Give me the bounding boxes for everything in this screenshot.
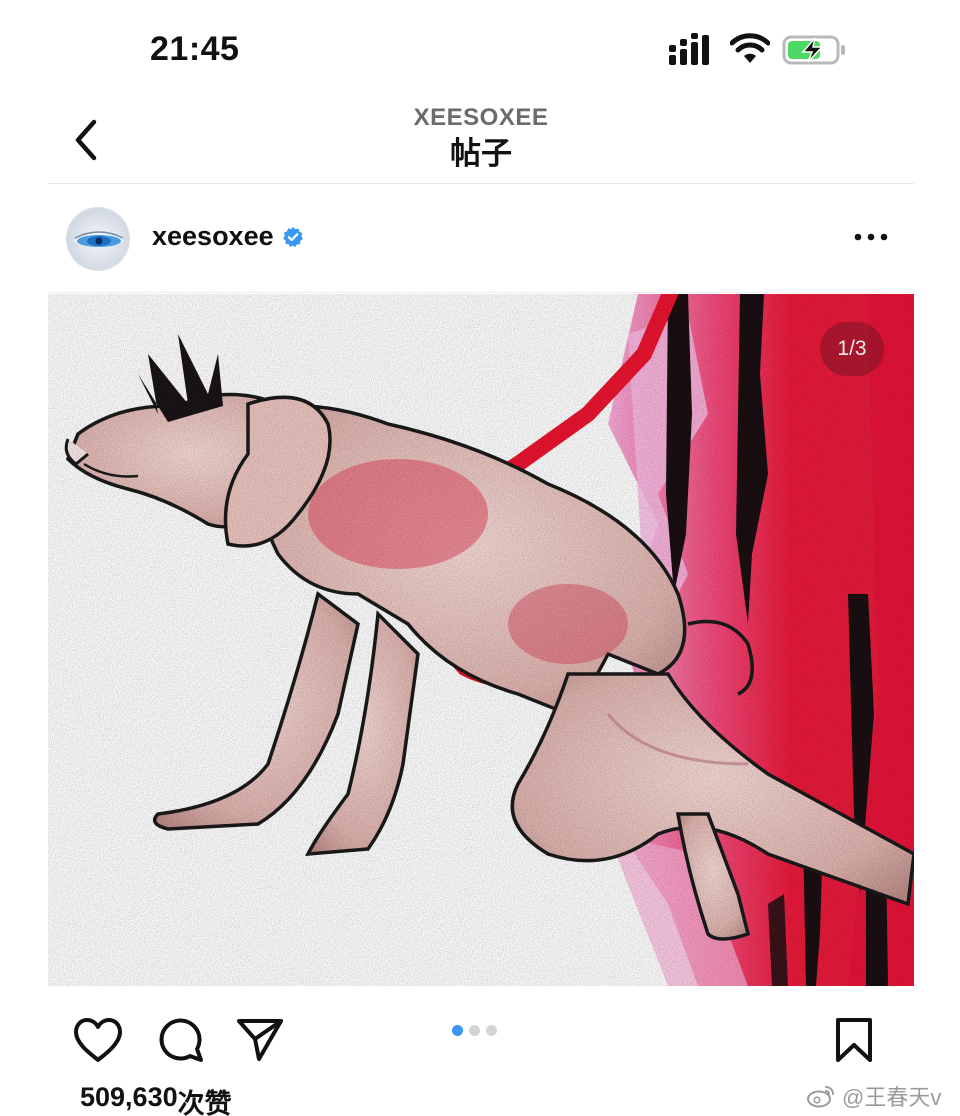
carousel-dot-active xyxy=(452,1025,463,1036)
post-header: xeesoxee xyxy=(48,185,914,293)
battery-charging-icon xyxy=(782,35,845,65)
like-button[interactable] xyxy=(72,1014,124,1066)
comment-icon xyxy=(159,1018,203,1062)
avatar[interactable] xyxy=(66,207,130,271)
likes-number: 509,630 xyxy=(80,1082,178,1112)
watermark-text: @王春天v xyxy=(842,1085,942,1110)
carousel-dots xyxy=(452,1025,497,1036)
bookmark-icon xyxy=(836,1018,872,1062)
more-horizontal-icon xyxy=(854,233,888,241)
post-artwork-image xyxy=(48,294,914,986)
likes-count[interactable]: 509,630 次赞 xyxy=(80,1082,232,1116)
status-time: 21:45 xyxy=(150,30,240,68)
weibo-logo-icon xyxy=(806,1084,836,1108)
username-row[interactable]: xeesoxee xyxy=(152,221,304,252)
status-bar: 21:45 xyxy=(0,0,960,100)
more-options-button[interactable] xyxy=(848,221,894,253)
carousel-dot xyxy=(469,1025,480,1036)
likes-suffix: 次赞 xyxy=(177,1089,232,1116)
share-button[interactable] xyxy=(234,1014,286,1066)
post-action-bar xyxy=(48,988,914,1084)
username[interactable]: xeesoxee xyxy=(152,221,274,252)
nav-header: XEESOXEE 帖子 xyxy=(48,100,914,184)
heart-icon xyxy=(74,1018,122,1062)
nav-titles: XEESOXEE 帖子 xyxy=(48,104,914,174)
carousel-page-counter: 1/3 xyxy=(820,322,884,376)
share-icon xyxy=(237,1019,283,1061)
carousel-dot xyxy=(486,1025,497,1036)
instagram-post-screen: 21:45 XEESOXEE 帖子 xeesoxee 1/3 509,630 次… xyxy=(0,0,960,1116)
status-icons xyxy=(668,33,858,69)
signal-bars-icon xyxy=(669,33,709,65)
post-media[interactable]: 1/3 xyxy=(48,294,914,986)
avatar-eye-image xyxy=(67,208,129,270)
nav-subtitle: XEESOXEE xyxy=(413,104,549,131)
weibo-watermark: @王春天v xyxy=(806,1080,941,1112)
wifi-icon xyxy=(730,33,770,63)
save-button[interactable] xyxy=(828,1014,880,1066)
page-title: 帖子 xyxy=(450,136,512,171)
comment-button[interactable] xyxy=(154,1014,206,1066)
verified-badge-icon xyxy=(282,226,304,248)
